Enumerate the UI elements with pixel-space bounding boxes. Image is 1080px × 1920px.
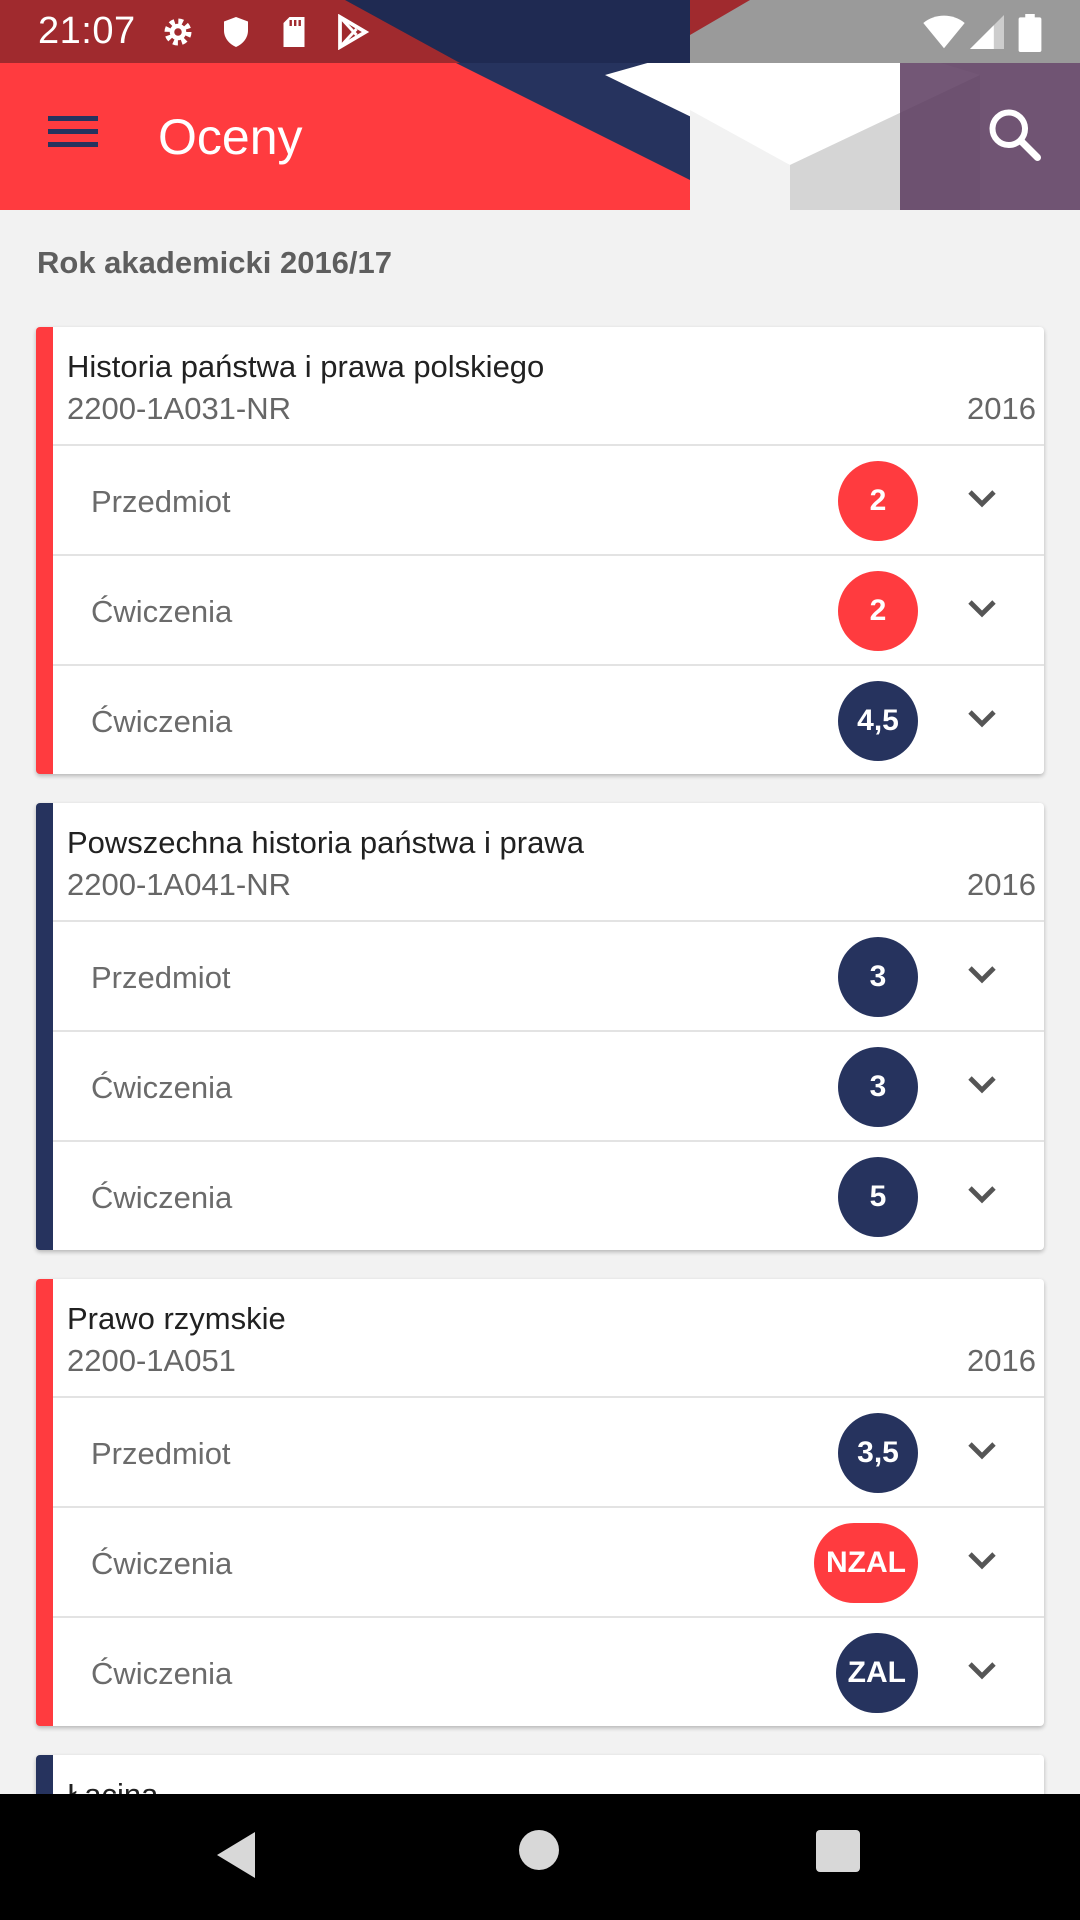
- page-title: Oceny: [158, 109, 303, 165]
- grade-badge: 2: [838, 461, 918, 541]
- chevron-down-icon[interactable]: [966, 1072, 998, 1096]
- grade-type-label: Ćwiczenia: [91, 1070, 233, 1105]
- grade-type-label: Ćwiczenia: [91, 1546, 233, 1581]
- grade-type-label: Ćwiczenia: [91, 594, 233, 629]
- signal-icon: [970, 15, 1004, 49]
- course-code: 2200-1A051: [67, 1343, 236, 1378]
- academic-year-heading: Rok akademicki 2016/17: [37, 245, 393, 280]
- grade-badge: NZAL: [814, 1523, 918, 1603]
- menu-button[interactable]: [40, 110, 106, 160]
- grade-badge: 3,5: [838, 1413, 918, 1493]
- course-name: Powszechna historia państwa i prawa: [67, 825, 584, 860]
- grade-row[interactable]: Ćwiczenia 4,5: [53, 666, 1044, 774]
- chevron-down-icon[interactable]: [966, 596, 998, 620]
- grade-type-label: Ćwiczenia: [91, 1180, 233, 1215]
- course-header[interactable]: Prawo rzymskie 2200-1A051 2016: [53, 1279, 1044, 1398]
- chevron-down-icon[interactable]: [966, 486, 998, 510]
- course-code: 2200-1A031-NR: [67, 391, 292, 426]
- grade-type-label: Przedmiot: [91, 1436, 231, 1471]
- grade-badge: 3: [838, 937, 918, 1017]
- chevron-down-icon[interactable]: [966, 1438, 998, 1462]
- settings-icon: [164, 18, 192, 46]
- battery-icon: [1018, 14, 1042, 52]
- grade-type-label: Przedmiot: [91, 484, 231, 519]
- grade-row[interactable]: Ćwiczenia ZAL: [53, 1618, 1044, 1726]
- chevron-down-icon[interactable]: [966, 1182, 998, 1206]
- grade-row[interactable]: Przedmiot 2: [53, 446, 1044, 556]
- grade-badge: 3: [838, 1047, 918, 1127]
- course-year: 2016: [967, 867, 1036, 902]
- grade-badge: 4,5: [838, 681, 918, 761]
- grade-row[interactable]: Przedmiot 3: [53, 922, 1044, 1032]
- search-icon[interactable]: [985, 105, 1045, 165]
- home-icon[interactable]: [519, 1830, 559, 1870]
- course-name: Historia państwa i prawa polskiego: [67, 349, 545, 384]
- course-code: 2200-1A041-NR: [67, 867, 292, 902]
- course-year: 2016: [967, 1343, 1036, 1378]
- chevron-down-icon[interactable]: [966, 962, 998, 986]
- chevron-down-icon[interactable]: [966, 1548, 998, 1572]
- system-nav-bar: [0, 1794, 1080, 1920]
- wifi-icon: [923, 15, 965, 49]
- grade-badge: 5: [838, 1157, 918, 1237]
- grade-badge: ZAL: [835, 1633, 918, 1713]
- grade-row[interactable]: Ćwiczenia 2: [53, 556, 1044, 666]
- grade-type-label: Ćwiczenia: [91, 1656, 233, 1691]
- course-year: 2016: [967, 391, 1036, 426]
- recents-icon[interactable]: [816, 1830, 860, 1872]
- sd-card-icon: [283, 17, 305, 47]
- course-card: Prawo rzymskie 2200-1A051 2016 Przedmiot…: [36, 1279, 1044, 1726]
- grade-row[interactable]: Ćwiczenia 3: [53, 1032, 1044, 1142]
- chevron-down-icon[interactable]: [966, 1658, 998, 1682]
- grade-badge: 2: [838, 571, 918, 651]
- grade-type-label: Ćwiczenia: [91, 704, 233, 739]
- play-store-icon: [338, 14, 370, 50]
- status-bar: 21:07: [0, 0, 1080, 63]
- course-name: Prawo rzymskie: [67, 1301, 286, 1336]
- shield-icon: [224, 17, 248, 47]
- course-card: Historia państwa i prawa polskiego 2200-…: [36, 327, 1044, 774]
- course-card: Powszechna historia państwa i prawa 2200…: [36, 803, 1044, 1250]
- menu-icon: [48, 116, 98, 121]
- course-header[interactable]: Powszechna historia państwa i prawa 2200…: [53, 803, 1044, 922]
- grade-type-label: Przedmiot: [91, 960, 231, 995]
- back-icon[interactable]: [215, 1830, 259, 1880]
- grade-row[interactable]: Ćwiczenia 5: [53, 1142, 1044, 1250]
- grade-row[interactable]: Przedmiot 3,5: [53, 1398, 1044, 1508]
- grade-row[interactable]: Ćwiczenia NZAL: [53, 1508, 1044, 1618]
- chevron-down-icon[interactable]: [966, 706, 998, 730]
- course-header[interactable]: Historia państwa i prawa polskiego 2200-…: [53, 327, 1044, 446]
- status-time: 21:07: [38, 10, 136, 52]
